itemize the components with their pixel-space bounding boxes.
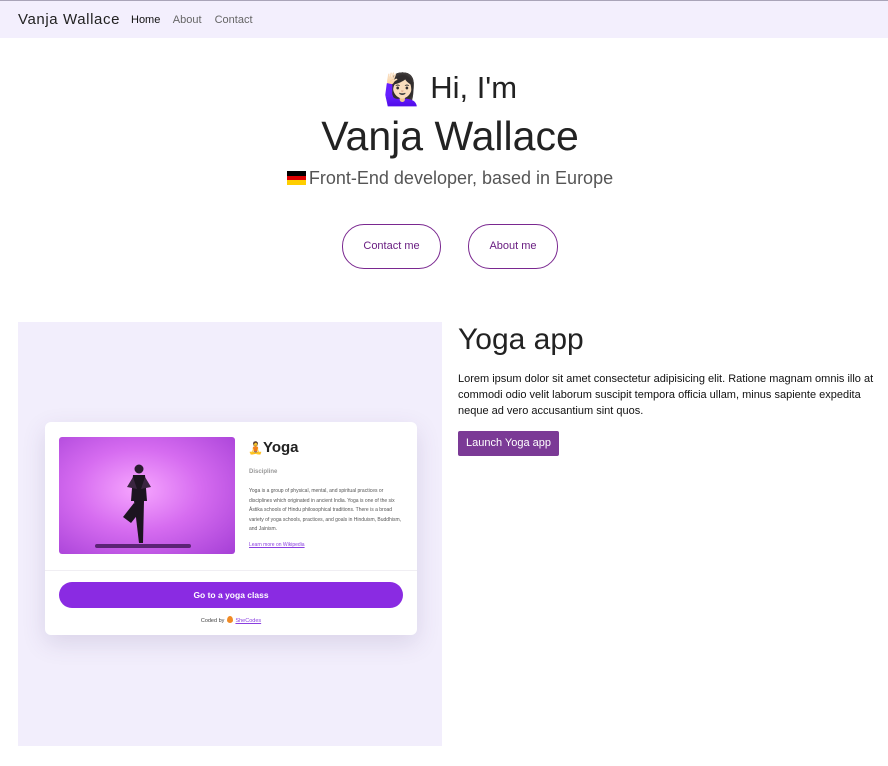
hero-tagline: Front-End developer, based in Europe — [308, 168, 614, 188]
hero-name: Vanja Wallace — [321, 113, 579, 159]
preview-title: Yoga — [262, 439, 299, 456]
yoga-pose-figure — [123, 464, 151, 543]
about-me-button[interactable]: About me — [468, 224, 558, 269]
hero-tagline-line: Front-End developer, based in Europe — [0, 164, 888, 192]
yoga-photo — [59, 437, 235, 554]
navbar-brand[interactable]: Vanja Wallace — [18, 11, 120, 28]
preview-divider — [45, 570, 417, 571]
nav-link-home[interactable]: Home — [131, 14, 160, 26]
yoga-app-preview-card: 🧘Yoga Discipline Yoga is a group of phys… — [45, 422, 417, 635]
preview-yoga-class-button[interactable]: Go to a yoga class — [59, 582, 403, 608]
preview-wikipedia-link[interactable]: Learn more on Wikipedia — [249, 542, 305, 548]
nav-link-contact[interactable]: Contact — [215, 14, 253, 26]
raising-hand-icon: 🙋🏻‍♀️ — [382, 71, 422, 107]
germany-flag-icon — [286, 171, 306, 185]
project-description: Lorem ipsum dolor sit amet consectetur a… — [458, 373, 874, 417]
preview-shecodes-link[interactable]: SheCodes — [235, 618, 261, 624]
yoga-mat — [95, 544, 191, 548]
navbar: Vanja Wallace Home About Contact — [0, 1, 888, 38]
hero-greeting-line: 🙋🏻‍♀️ Hi, I'm — [0, 68, 888, 108]
preview-subtitle: Discipline — [249, 469, 278, 475]
nav-links: Home About Contact — [131, 14, 263, 26]
lotus-position-icon: 🧘 — [248, 441, 263, 455]
preview-footer: Coded by SheCodes — [45, 616, 417, 624]
project-screenshot: 🧘Yoga Discipline Yoga is a group of phys… — [18, 322, 442, 746]
nav-link-about[interactable]: About — [173, 14, 202, 26]
preview-coded-by: Coded by — [200, 618, 225, 624]
project-title: Yoga app — [458, 323, 584, 356]
launch-yoga-app-button[interactable]: Launch Yoga app — [458, 431, 559, 456]
hero-greeting: Hi, I'm — [430, 70, 518, 105]
preview-description: Yoga is a group of physical, mental, and… — [249, 488, 402, 532]
hero-section: 🙋🏻‍♀️ Hi, I'm Vanja Wallace Front-End de… — [0, 68, 888, 192]
preview-title-line: 🧘Yoga — [248, 439, 299, 456]
fire-icon — [226, 616, 233, 623]
contact-me-button[interactable]: Contact me — [342, 224, 441, 269]
